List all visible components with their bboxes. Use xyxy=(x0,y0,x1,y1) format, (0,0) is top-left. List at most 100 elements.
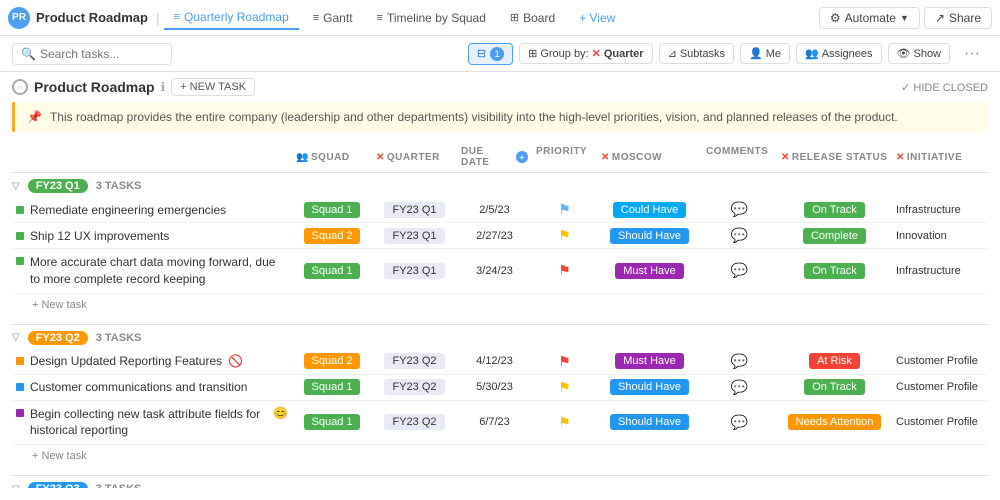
task-due-date: 4/12/23 xyxy=(457,355,532,367)
task-release: On Track xyxy=(777,379,892,395)
quarter-header-q3: ▽ FY23 Q3 3 TASKS xyxy=(12,475,988,488)
col-moscow: ✕MOSCOW xyxy=(597,146,702,168)
eye-icon: 👁 xyxy=(897,47,911,60)
q2-task-count: 3 TASKS xyxy=(96,332,142,344)
task-comment: 💬 xyxy=(702,262,777,279)
task-moscow: Should Have xyxy=(597,414,702,430)
assignees-button[interactable]: 👥 Assignees xyxy=(796,43,881,64)
table-row: Ship 12 UX improvements Squad 2 FY23 Q1 … xyxy=(12,223,988,249)
new-task-button[interactable]: + NEW TASK xyxy=(171,78,255,96)
share-icon: ↗ xyxy=(935,11,945,25)
automate-chevron: ▼ xyxy=(900,13,909,23)
task-name-cell: Begin collecting new task attribute fiel… xyxy=(12,404,292,442)
filter-count: 1 xyxy=(490,47,504,61)
task-squad: Squad 1 xyxy=(292,202,372,218)
automate-button[interactable]: ⚙ Automate ▼ xyxy=(819,7,920,29)
subtasks-icon: ⊿ xyxy=(668,47,677,60)
hide-closed-button[interactable]: ✓ HIDE CLOSED xyxy=(901,81,988,94)
search-input[interactable] xyxy=(40,47,163,61)
collapse-q2-icon[interactable]: ▽ xyxy=(12,332,20,343)
task-initiative: Customer Profile xyxy=(892,381,1000,393)
task-quarter: FY23 Q1 xyxy=(372,202,457,218)
collapse-q3-icon[interactable]: ▽ xyxy=(12,484,20,488)
show-button[interactable]: 👁 Show xyxy=(888,43,951,64)
new-task-label: + NEW TASK xyxy=(180,81,246,93)
collapse-q1-icon[interactable]: ▽ xyxy=(12,181,20,192)
quarter-header-q2: ▽ FY23 Q2 3 TASKS xyxy=(12,324,988,349)
more-button[interactable]: ··· xyxy=(956,42,988,66)
task-name: More accurate chart data moving forward,… xyxy=(30,254,288,288)
search-box[interactable]: 🔍 xyxy=(12,43,172,65)
task-due-date: 6/7/23 xyxy=(457,416,532,428)
share-label: Share xyxy=(949,11,981,25)
task-moscow: Should Have xyxy=(597,228,702,244)
task-priority: ⚑ xyxy=(532,414,597,431)
task-name: Ship 12 UX improvements xyxy=(30,229,169,243)
task-initiative: Innovation xyxy=(892,230,1000,242)
task-quarter: FY23 Q1 xyxy=(372,263,457,279)
task-comment: 💬 xyxy=(702,353,777,370)
tab-timeline[interactable]: ≡ Timeline by Squad xyxy=(367,7,496,29)
tab-quarterly[interactable]: ≡ Quarterly Roadmap xyxy=(164,6,299,30)
col-initiative: ✕INITIATIVE xyxy=(892,146,1000,168)
info-icon[interactable]: ℹ xyxy=(161,80,166,94)
task-name-cell: Customer communications and transition xyxy=(12,378,292,396)
search-icon: 🔍 xyxy=(21,47,36,61)
task-priority: ⚑ xyxy=(532,262,597,279)
add-task-q2[interactable]: + New task xyxy=(12,445,988,467)
quarterly-icon: ≡ xyxy=(174,11,180,23)
task-dot xyxy=(16,206,24,214)
quarter-group-q2: ▽ FY23 Q2 3 TASKS Design Updated Reporti… xyxy=(12,324,988,468)
col-comments: COMMENTS xyxy=(702,146,777,168)
add-view-label: + View xyxy=(579,11,615,25)
task-squad: Squad 2 xyxy=(292,353,372,369)
task-release: At Risk xyxy=(777,353,892,369)
task-dot xyxy=(16,409,24,417)
task-priority: ⚑ xyxy=(532,379,597,396)
col-quarter: ✕QUARTER xyxy=(372,146,457,168)
task-comment: 💬 xyxy=(702,201,777,218)
tab-add-view[interactable]: + View xyxy=(569,7,625,29)
task-squad: Squad 1 xyxy=(292,263,372,279)
task-comment: 💬 xyxy=(702,414,777,431)
me-label: Me xyxy=(766,48,781,60)
group-by-x-icon: ✕ xyxy=(592,47,601,60)
notice-text: This roadmap provides the entire company… xyxy=(50,110,898,124)
task-moscow: Must Have xyxy=(597,353,702,369)
task-due-date: 3/24/23 xyxy=(457,265,532,277)
share-button[interactable]: ↗ Share xyxy=(924,7,992,29)
task-initiative: Customer Profile xyxy=(892,416,1000,428)
quarter-group-q3: ▽ FY23 Q3 3 TASKS Verified Improvements … xyxy=(12,475,988,488)
emoji-icon: 😊 xyxy=(273,406,288,420)
filter-button[interactable]: ⊟ 1 xyxy=(468,43,513,65)
me-button[interactable]: 👤 Me xyxy=(740,43,790,64)
subtasks-label: Subtasks xyxy=(680,48,725,60)
gantt-icon: ≡ xyxy=(313,12,319,24)
q3-task-count: 3 TASKS xyxy=(96,483,142,488)
group-by-button[interactable]: ⊞ Group by: ✕ Quarter xyxy=(519,43,653,64)
automate-icon: ⚙ xyxy=(830,11,841,25)
add-task-q1[interactable]: + New task xyxy=(12,294,988,316)
subtasks-button[interactable]: ⊿ Subtasks xyxy=(659,43,734,64)
show-label: Show xyxy=(913,48,941,60)
task-due-date: 2/5/23 xyxy=(457,204,532,216)
quarterly-label: Quarterly Roadmap xyxy=(184,10,289,24)
task-squad: Squad 2 xyxy=(292,228,372,244)
toolbar: 🔍 ⊟ 1 ⊞ Group by: ✕ Quarter ⊿ Subtasks 👤… xyxy=(0,36,1000,72)
task-priority: ⚑ xyxy=(532,353,597,370)
quarter-label-q1: FY23 Q1 xyxy=(28,179,88,193)
tab-gantt[interactable]: ≡ Gantt xyxy=(303,7,363,29)
task-initiative: Infrastructure xyxy=(892,204,1000,216)
pin-icon: 📌 xyxy=(27,110,42,124)
task-release: On Track xyxy=(777,263,892,279)
task-moscow: Should Have xyxy=(597,379,702,395)
col-priority: PRIORITY xyxy=(532,146,597,168)
table-row: Remediate engineering emergencies Squad … xyxy=(12,197,988,223)
task-quarter: FY23 Q2 xyxy=(372,353,457,369)
table-row: Design Updated Reporting Features 🚫 Squa… xyxy=(12,349,988,375)
quarter-header-q1: ▽ FY23 Q1 3 TASKS xyxy=(12,173,988,197)
filter-icon: ⊟ xyxy=(477,47,486,60)
task-priority: ⚑ xyxy=(532,227,597,244)
task-dot xyxy=(16,357,24,365)
tab-board[interactable]: ⊞ Board xyxy=(500,7,565,29)
